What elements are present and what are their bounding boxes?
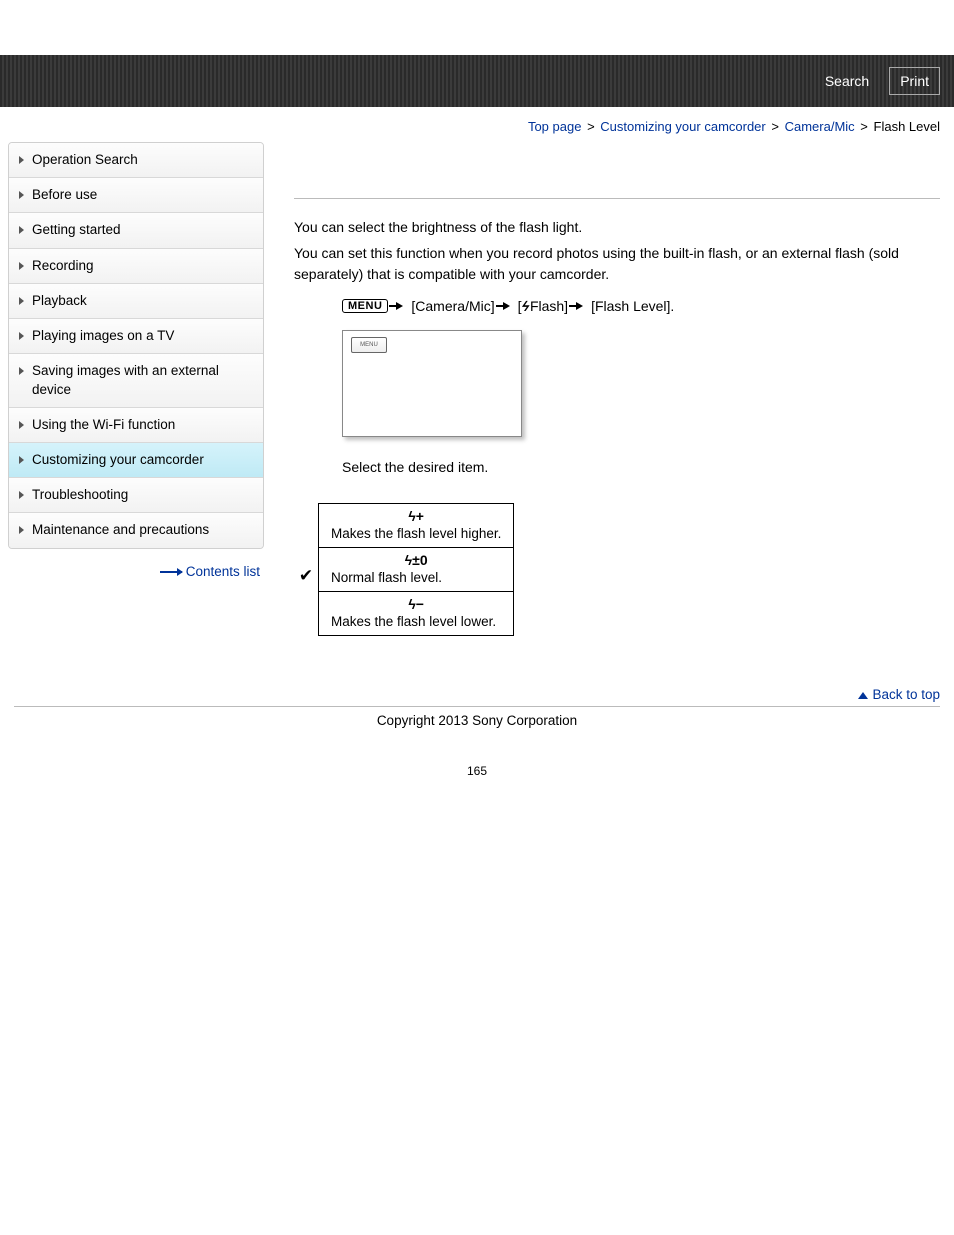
intro-paragraph-2: You can set this function when you recor… — [294, 243, 940, 284]
sidebar-item[interactable]: Before use — [9, 178, 263, 213]
divider — [14, 706, 940, 707]
check-column: ✔ — [294, 503, 318, 650]
contents-list-link[interactable]: Contents list — [186, 564, 260, 579]
breadcrumb-camera-mic[interactable]: Camera/Mic — [785, 119, 855, 134]
breadcrumb: Top page > Customizing your camcorder > … — [0, 107, 954, 134]
sidebar: Operation Search Before use Getting starte… — [8, 142, 264, 579]
caret-right-icon — [19, 367, 24, 375]
options-table: ϟ+ Makes the flash level higher. ϟ±0 Normal… — [318, 503, 514, 636]
sidebar-item[interactable]: Troubleshooting — [9, 478, 263, 513]
checkmark-icon: ✔ — [299, 566, 313, 586]
caret-right-icon — [19, 421, 24, 429]
caret-right-icon — [19, 226, 24, 234]
caret-right-icon — [19, 526, 24, 534]
top-bar: Search Print — [0, 55, 954, 107]
sidebar-item-label: Using the Wi-Fi function — [32, 416, 175, 434]
sidebar-item-label: Recording — [32, 257, 94, 275]
intro-paragraph-1: You can select the brightness of the fla… — [294, 217, 940, 237]
print-button[interactable]: Print — [889, 67, 940, 95]
option-description: Makes the flash level higher. — [331, 526, 501, 541]
triangle-up-icon — [858, 692, 868, 699]
sidebar-item[interactable]: Customizing your camcorder — [9, 443, 263, 478]
menu-badge-icon: MENU — [342, 299, 388, 313]
check-cell — [294, 503, 318, 552]
menu-path-camera: [Camera/Mic] — [411, 298, 494, 314]
sidebar-item-label: Before use — [32, 186, 97, 204]
options-table-wrap: ✔ ϟ+ Makes the flash level higher. ϟ±0 Norm… — [294, 503, 940, 650]
caret-right-icon — [19, 332, 24, 340]
sidebar-item-label: Playing images on a TV — [32, 327, 174, 345]
breadcrumb-top[interactable]: Top page — [528, 119, 582, 134]
sidebar-nav: Operation Search Before use Getting starte… — [8, 142, 264, 549]
check-cell: ✔ — [294, 552, 318, 601]
arrow-right-icon — [160, 571, 182, 573]
back-to-top-link[interactable]: Back to top — [872, 687, 940, 702]
step-2-text: Select the desired item. — [342, 459, 940, 475]
sidebar-item[interactable]: Recording — [9, 249, 263, 284]
sidebar-item-label: Maintenance and precautions — [32, 521, 209, 539]
sidebar-item[interactable]: Playback — [9, 284, 263, 319]
breadcrumb-current: Flash Level — [874, 119, 940, 134]
sidebar-item[interactable]: Getting started — [9, 213, 263, 248]
screen-menu-badge: MENU — [351, 337, 387, 353]
flash-icon: ϟ — [520, 298, 530, 314]
sidebar-item[interactable]: Saving images with an external device — [9, 354, 263, 407]
page-number: 165 — [0, 764, 954, 778]
flash-level-icon: ϟ+ — [408, 508, 424, 524]
sidebar-item-label: Playback — [32, 292, 87, 310]
divider — [294, 198, 940, 199]
search-button[interactable]: Search — [815, 68, 879, 94]
sidebar-item-label: Saving images with an external device — [32, 362, 253, 398]
arrow-right-icon — [503, 302, 510, 310]
option-cell: ϟ+ Makes the flash level higher. — [319, 503, 514, 547]
sidebar-item-label: Customizing your camcorder — [32, 451, 204, 469]
sidebar-item[interactable]: Operation Search — [9, 143, 263, 178]
screen-illustration: MENU — [342, 330, 522, 437]
caret-right-icon — [19, 156, 24, 164]
sidebar-item-label: Operation Search — [32, 151, 138, 169]
caret-right-icon — [19, 191, 24, 199]
caret-right-icon — [19, 491, 24, 499]
sidebar-item[interactable]: Playing images on a TV — [9, 319, 263, 354]
option-cell: ϟ±0 Normal flash level. — [319, 547, 514, 591]
flash-level-icon: ϟ±0 — [405, 552, 428, 568]
menu-path: MENU [Camera/Mic] [ϟFlash] [Flash Level]… — [342, 298, 940, 314]
copyright-text: Copyright 2013 Sony Corporation — [0, 713, 954, 728]
option-cell: ϟ− Makes the flash level lower. — [319, 591, 514, 635]
sidebar-item[interactable]: Using the Wi-Fi function — [9, 408, 263, 443]
flash-level-icon: ϟ− — [408, 596, 424, 612]
option-description: Makes the flash level lower. — [331, 614, 501, 629]
menu-path-flash: [ϟFlash] — [518, 298, 568, 314]
option-description: Normal flash level. — [331, 570, 501, 585]
caret-right-icon — [19, 297, 24, 305]
sidebar-item-label: Getting started — [32, 221, 121, 239]
sidebar-item[interactable]: Maintenance and precautions — [9, 513, 263, 547]
breadcrumb-customizing[interactable]: Customizing your camcorder — [600, 119, 765, 134]
caret-right-icon — [19, 456, 24, 464]
sidebar-item-label: Troubleshooting — [32, 486, 128, 504]
menu-path-flash-level: [Flash Level]. — [591, 298, 674, 314]
arrow-right-icon — [576, 302, 583, 310]
check-cell — [294, 601, 318, 650]
caret-right-icon — [19, 262, 24, 270]
arrow-right-icon — [396, 302, 403, 310]
main-content: You can select the brightness of the fla… — [264, 134, 954, 650]
